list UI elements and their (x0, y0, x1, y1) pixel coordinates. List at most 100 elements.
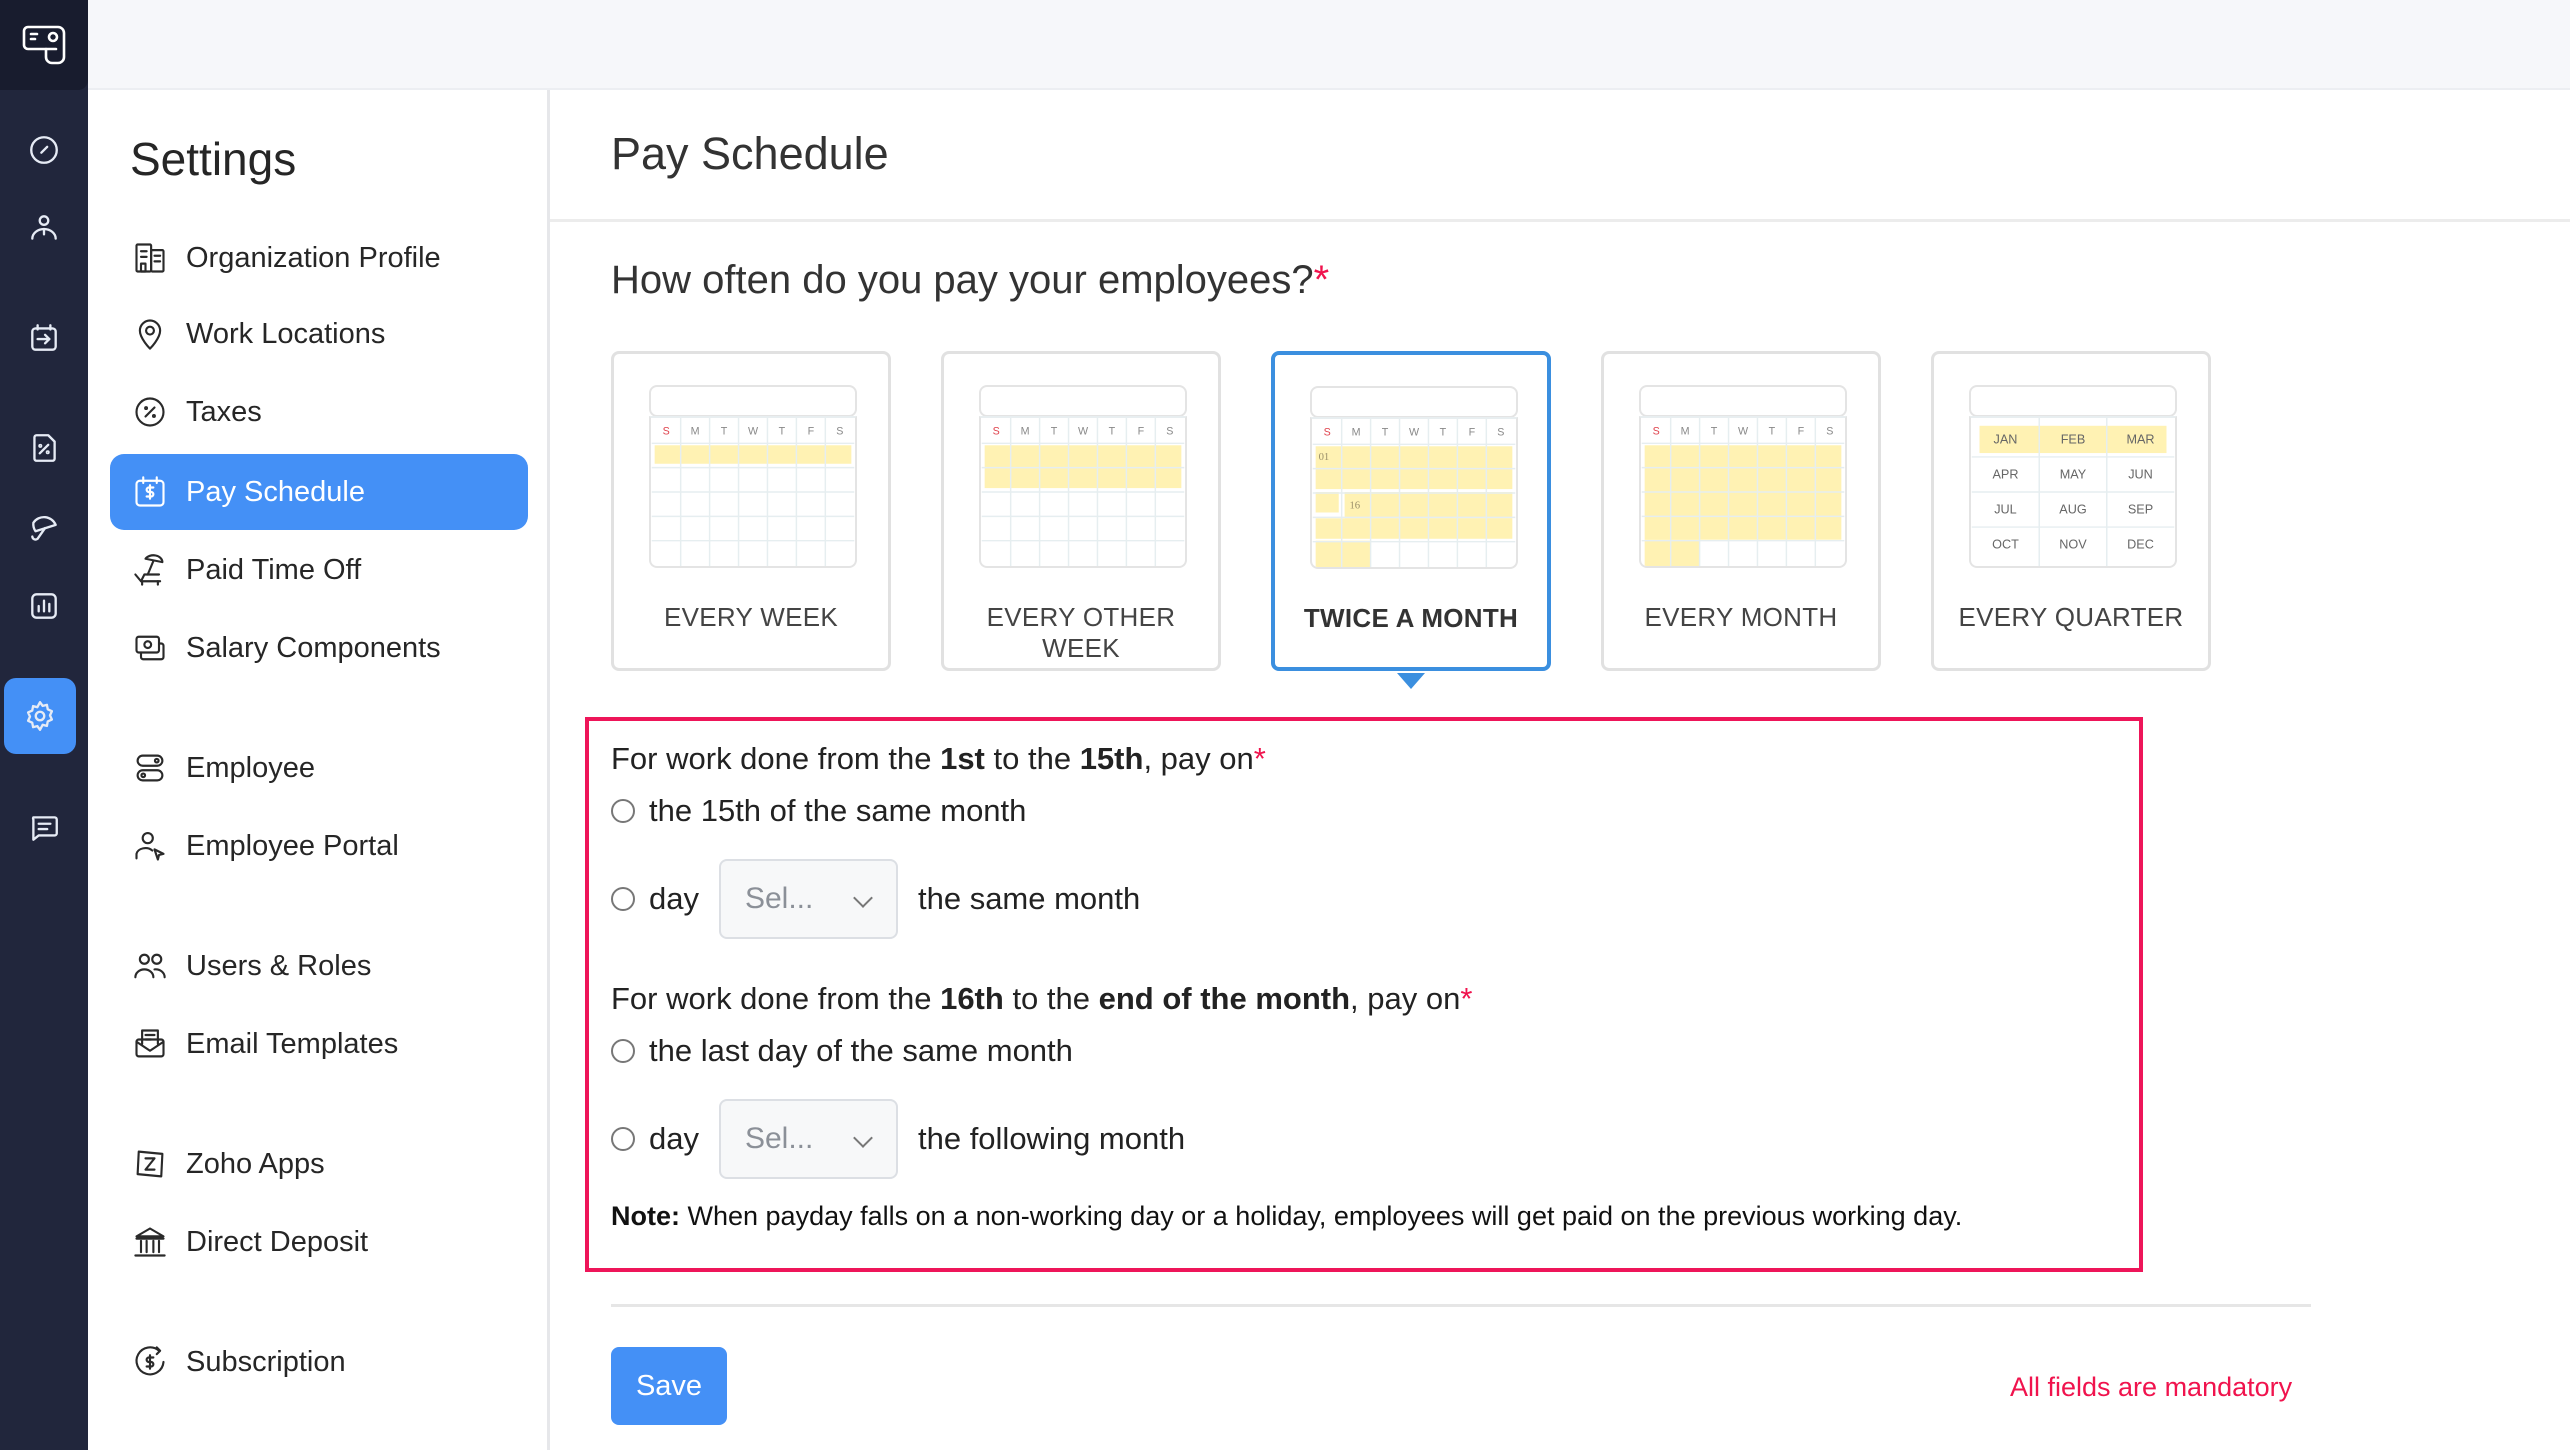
percent-circle-icon (135, 397, 165, 427)
frequency-card-every-month[interactable]: S M T W T F S EVERY MONTH (1601, 351, 1881, 671)
sidebar-item-users-roles[interactable]: Users & Roles (110, 928, 528, 1004)
frequency-card-twice-a-month[interactable]: 01 16 S M T W T F S TWICE A MONTH (1271, 351, 1551, 689)
sidebar-item-employee[interactable]: Employee (110, 730, 528, 806)
sidebar-item-subscription[interactable]: Subscription (110, 1324, 528, 1400)
month-label: OCT (1992, 537, 2019, 551)
radio-button[interactable] (611, 799, 635, 823)
question-text: For work done from the (611, 741, 941, 776)
frequency-question: How often do you pay your employees?* (611, 258, 1329, 303)
sidebar-item-salary-components[interactable]: Salary Components (110, 610, 528, 686)
weekday-label: S (1497, 427, 1504, 439)
weekday-label: S (1826, 426, 1833, 438)
reports-icon (31, 593, 57, 619)
twice-a-month-settings: For work done from the 1st to the 15th, … (585, 717, 2143, 1272)
sidebar-item-pay-schedule[interactable]: Pay Schedule (110, 454, 528, 530)
second-period-option-last-day[interactable]: the last day of the same month (611, 1033, 1073, 1069)
question-text: to the (1003, 981, 1099, 1016)
calendar-grid: SMTWTFS (651, 418, 855, 566)
sidebar-item-paid-time-off[interactable]: Paid Time Off (110, 532, 528, 608)
rail-taxes[interactable] (0, 418, 88, 478)
sidebar-item-work-locations[interactable]: Work Locations (110, 296, 528, 372)
note-text: When payday falls on a non-working day o… (680, 1201, 1963, 1231)
weekday-label: T (1382, 427, 1389, 439)
month-label: FEB (2061, 432, 2086, 446)
rail-pay-runs[interactable] (0, 308, 88, 368)
question-text: to the (984, 741, 1080, 776)
first-period-question: For work done from the 1st to the 15th, … (611, 741, 1266, 777)
weekday-label: F (1798, 426, 1805, 438)
page-header: Pay Schedule (550, 90, 2570, 222)
frequency-label: EVERY OTHER WEEK (986, 602, 1176, 663)
app-logo[interactable] (0, 0, 88, 90)
weekday-label: T (1440, 427, 1447, 439)
users-icon (134, 953, 166, 979)
sidebar-item-direct-deposit[interactable]: Direct Deposit (110, 1204, 528, 1280)
frequency-question-text: How often do you pay your employees? (611, 258, 1314, 302)
rail-employees[interactable] (0, 198, 88, 258)
weekday-label: S (1324, 427, 1331, 439)
rail-feedback[interactable] (0, 798, 88, 858)
save-button[interactable]: Save (611, 1347, 727, 1425)
first-period-option-15th[interactable]: the 15th of the same month (611, 793, 1026, 829)
sidebar-item-label: Users & Roles (186, 949, 372, 982)
radio-button[interactable] (611, 887, 635, 911)
sidebar-item-email-templates[interactable]: Email Templates (110, 1006, 528, 1082)
sidebar-item-zoho-apps[interactable]: Zoho Apps (110, 1126, 528, 1202)
mandatory-notice: All fields are mandatory (2010, 1372, 2293, 1402)
sidebar-item-label: Paid Time Off (186, 553, 362, 586)
radio-button[interactable] (611, 1039, 635, 1063)
month-label: AUG (2059, 502, 2086, 516)
day-marker: 16 (1349, 500, 1360, 512)
sidebar-item-taxes[interactable]: Taxes (110, 374, 528, 450)
weekday-label: T (721, 426, 728, 438)
highlight-cell (984, 445, 1182, 489)
user-pointer-icon (135, 831, 165, 861)
highlight-cell (1644, 539, 1700, 566)
frequency-card-every-quarter[interactable]: JAN FEB MAR APR MAY JUN JUL AUG SEP OCT NOV DEC EVE… (1931, 351, 2211, 671)
weekday-label: T (779, 426, 786, 438)
tax-document-icon (33, 434, 56, 462)
sidebar-item-label: Pay Schedule (186, 475, 365, 508)
sidebar-item-label: Subscription (186, 1345, 346, 1378)
sidebar-item-label: Employee Portal (186, 829, 399, 862)
weekday-label: M (691, 426, 700, 438)
calendar-illustration: 01 16 S M T W T F S (1310, 386, 1518, 569)
chevron-down-icon (853, 1128, 873, 1148)
select-placeholder: Sel... (744, 882, 814, 915)
sidebar-item-label: Taxes (186, 395, 262, 428)
highlight-cell (1315, 492, 1339, 513)
sidebar-item-label: Zoho Apps (186, 1147, 325, 1180)
footer-divider (611, 1304, 2311, 1307)
weekday-label: T (1051, 426, 1058, 438)
day-marker: 01 (1319, 451, 1330, 463)
frequency-label: EVERY MONTH (1644, 602, 1838, 632)
frequency-card-every-week[interactable]: S M T W T F S EVERY WEEK (611, 351, 891, 671)
sidebar-item-organization-profile[interactable]: Organization Profile (110, 220, 528, 296)
rail-settings[interactable] (4, 678, 76, 754)
second-period-question: For work done from the 16th to the end o… (611, 981, 1472, 1017)
option-label: day (649, 1121, 699, 1156)
radio-button[interactable] (611, 1127, 635, 1151)
top-header-bar (88, 0, 2570, 90)
money-icon (135, 635, 165, 661)
rail-dashboard[interactable] (0, 120, 88, 180)
weekday-label: F (1469, 427, 1476, 439)
frequency-card-every-other-week[interactable]: S M T W T F S EVERY OTHER WEEK (941, 351, 1221, 671)
rail-benefits[interactable] (0, 497, 88, 557)
feedback-chat-icon (31, 816, 58, 841)
app-rail (0, 0, 88, 1450)
required-asterisk: * (1313, 258, 1330, 302)
weekday-label: W (1078, 426, 1089, 438)
question-bold: 16th (940, 981, 1004, 1016)
first-period-day-select[interactable]: Sel... (718, 859, 898, 939)
subscription-icon (135, 1346, 165, 1376)
weekday-label: M (1021, 426, 1030, 438)
sidebar-item-employee-portal[interactable]: Employee Portal (110, 808, 528, 884)
sidebar-item-label: Email Templates (186, 1027, 399, 1060)
month-label: DEC (2127, 537, 2154, 551)
rail-reports[interactable] (0, 576, 88, 636)
second-period-day-select[interactable]: Sel... (718, 1099, 898, 1179)
location-pin-icon (138, 319, 162, 350)
dashboard-icon (30, 136, 58, 164)
main-content: Pay Schedule How often do you pay your e… (550, 90, 2570, 1450)
